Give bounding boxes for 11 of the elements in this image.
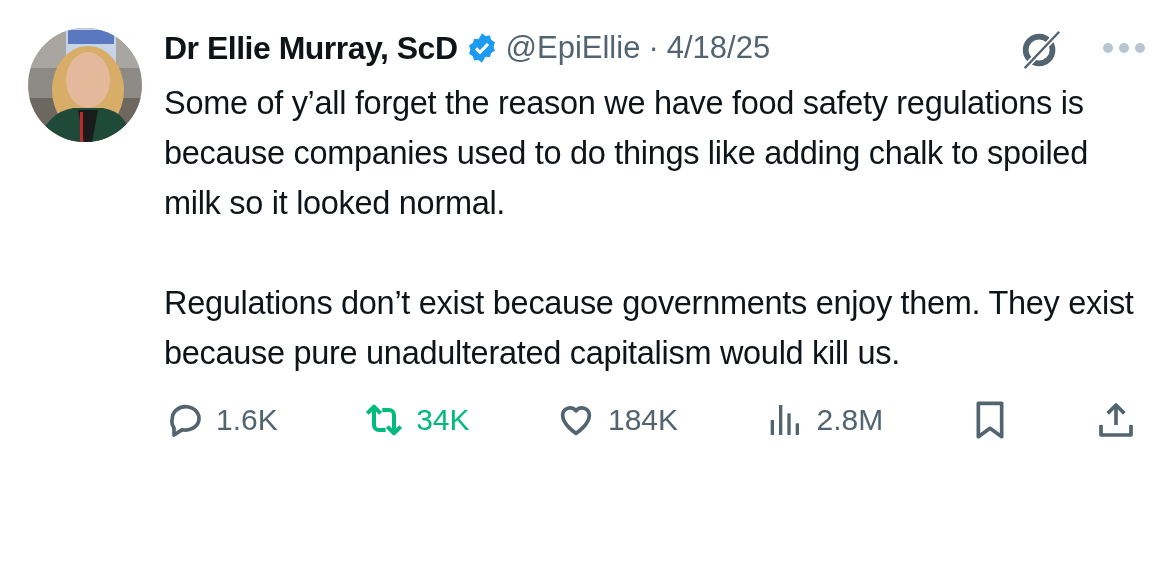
like-button[interactable]: 184K (555, 400, 679, 440)
views-button[interactable]: 2.8M (764, 400, 884, 440)
reply-button[interactable]: 1.6K (164, 400, 278, 440)
separator: · (648, 30, 659, 66)
author-handle[interactable]: @EpiEllie (505, 30, 641, 66)
share-icon (1096, 400, 1136, 440)
post-date[interactable]: 4/18/25 (666, 30, 771, 66)
post-text: Some of y’all forget the reason we have food safety regulations is because companies used to do things like adding chalk to spoiled milk so it looked normal. (164, 84, 1089, 223)
post-text: Regulations don’t exist because governments enjoy them. They exist because pure unadulterated capitalism would kill us. (164, 284, 1135, 373)
share-button[interactable] (1096, 400, 1136, 440)
author-name[interactable]: Dr Ellie Murray, ScD (164, 29, 458, 67)
